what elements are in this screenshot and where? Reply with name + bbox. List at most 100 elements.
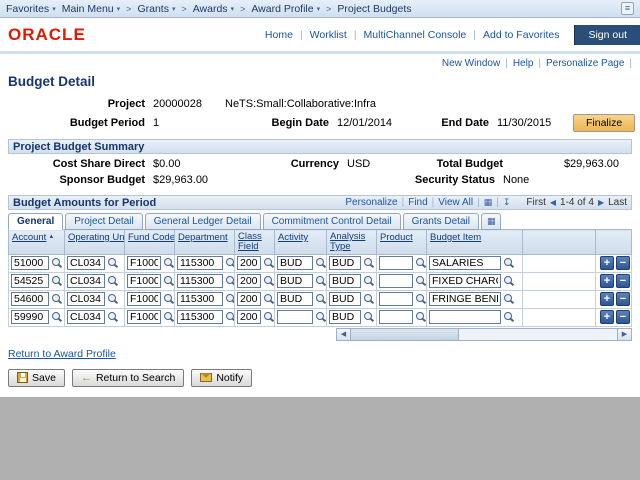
column-header-product[interactable]: Product — [380, 232, 413, 243]
breadcrumb-award-profile[interactable]: Award Profile ▾ — [251, 3, 320, 15]
lookup-icon[interactable] — [107, 275, 119, 287]
tab-general[interactable]: General — [8, 213, 64, 230]
analysis-type-input[interactable] — [329, 274, 361, 289]
lookup-icon[interactable] — [51, 275, 63, 287]
budget-item-input[interactable] — [429, 292, 501, 307]
breadcrumb-awards[interactable]: Awards ▾ — [193, 3, 234, 15]
lookup-icon[interactable] — [315, 257, 326, 269]
department-input[interactable] — [177, 310, 223, 325]
budget-item-input[interactable] — [429, 310, 501, 325]
fund-code-input[interactable] — [127, 310, 161, 325]
lookup-icon[interactable] — [225, 275, 234, 287]
last-label[interactable]: Last — [608, 197, 627, 208]
lookup-icon[interactable] — [503, 257, 515, 269]
analysis-type-input[interactable] — [329, 310, 361, 325]
product-input[interactable] — [379, 292, 413, 307]
activity-input[interactable] — [277, 310, 313, 325]
horizontal-scrollbar[interactable]: ◀ ▶ — [336, 327, 632, 341]
view-all-link[interactable]: View All — [438, 197, 473, 208]
lookup-icon[interactable] — [415, 311, 426, 323]
lookup-icon[interactable] — [363, 293, 375, 305]
department-input[interactable] — [177, 274, 223, 289]
analysis-type-input[interactable] — [329, 292, 361, 307]
lookup-icon[interactable] — [315, 275, 326, 287]
notify-button[interactable]: Notify — [191, 368, 253, 387]
lookup-icon[interactable] — [225, 311, 234, 323]
multichannel-console-link[interactable]: MultiChannel Console — [364, 29, 467, 41]
download-icon[interactable]: ↧ — [503, 197, 511, 208]
lookup-icon[interactable] — [415, 293, 426, 305]
lookup-icon[interactable] — [363, 257, 375, 269]
lookup-icon[interactable] — [315, 311, 326, 323]
tab-project-detail[interactable]: Project Detail — [65, 213, 143, 230]
previous-page-icon[interactable]: ◀ — [550, 198, 556, 207]
lookup-icon[interactable] — [225, 257, 234, 269]
operating-unit-input[interactable] — [67, 274, 105, 289]
worklist-link[interactable]: Worklist — [310, 29, 347, 41]
new-window-link[interactable]: New Window — [442, 58, 500, 69]
return-to-search-button[interactable]: ← Return to Search — [71, 368, 185, 387]
tab-grants-detail[interactable]: Grants Detail — [402, 213, 479, 230]
activity-input[interactable] — [277, 292, 313, 307]
add-row-button[interactable]: + — [600, 292, 614, 307]
add-row-button[interactable]: + — [600, 256, 614, 271]
lookup-icon[interactable] — [225, 293, 234, 305]
scroll-right-icon[interactable]: ▶ — [617, 328, 631, 340]
fund-code-input[interactable] — [127, 274, 161, 289]
class-field-input[interactable] — [237, 292, 261, 307]
lookup-icon[interactable] — [315, 293, 326, 305]
return-to-award-profile-link[interactable]: Return to Award Profile — [8, 348, 116, 360]
tab-commitment-control-detail[interactable]: Commitment Control Detail — [262, 213, 401, 230]
find-link[interactable]: Find — [408, 197, 427, 208]
lookup-icon[interactable] — [107, 311, 119, 323]
sign-out-button[interactable]: Sign out — [574, 24, 640, 45]
budget-item-input[interactable] — [429, 256, 501, 271]
next-page-icon[interactable]: ▶ — [598, 198, 604, 207]
lookup-icon[interactable] — [163, 293, 174, 305]
finalize-button[interactable]: Finalize — [573, 114, 636, 132]
show-all-columns-tab[interactable]: ▦ — [480, 213, 502, 230]
tab-general-ledger-detail[interactable]: General Ledger Detail — [144, 213, 261, 230]
class-field-input[interactable] — [237, 256, 261, 271]
lookup-icon[interactable] — [363, 311, 375, 323]
add-row-button[interactable]: + — [600, 310, 614, 325]
account-input[interactable] — [11, 310, 49, 325]
column-header-budget-item[interactable]: Budget Item — [430, 232, 481, 243]
add-to-favorites-link[interactable]: Add to Favorites — [483, 29, 559, 41]
column-header-department[interactable]: Department — [178, 232, 228, 243]
product-input[interactable] — [379, 256, 413, 271]
lookup-icon[interactable] — [503, 311, 515, 323]
product-input[interactable] — [379, 274, 413, 289]
account-input[interactable] — [11, 274, 49, 289]
lookup-icon[interactable] — [51, 311, 63, 323]
lookup-icon[interactable] — [51, 293, 63, 305]
lookup-icon[interactable] — [107, 257, 119, 269]
account-input[interactable] — [11, 256, 49, 271]
scroll-left-icon[interactable]: ◀ — [337, 328, 351, 340]
column-header-activity[interactable]: Activity — [278, 232, 308, 243]
lookup-icon[interactable] — [415, 275, 426, 287]
save-button[interactable]: Save — [8, 368, 65, 387]
delete-row-button[interactable]: − — [616, 292, 630, 307]
menu-icon[interactable]: ≡ — [621, 2, 634, 15]
home-link[interactable]: Home — [265, 29, 293, 41]
help-link[interactable]: Help — [513, 58, 534, 69]
column-header-operating-unit[interactable]: Operating Unit — [68, 232, 124, 243]
breadcrumb-grants[interactable]: Grants ▾ — [137, 3, 175, 15]
lookup-icon[interactable] — [503, 293, 515, 305]
lookup-icon[interactable] — [263, 293, 274, 305]
delete-row-button[interactable]: − — [616, 310, 630, 325]
first-label[interactable]: First — [526, 197, 545, 208]
account-input[interactable] — [11, 292, 49, 307]
column-header-fund-code[interactable]: Fund Code — [128, 232, 174, 243]
operating-unit-input[interactable] — [67, 310, 105, 325]
add-row-button[interactable]: + — [600, 274, 614, 289]
column-header-class-field[interactable]: Class Field — [238, 231, 262, 252]
column-header-account[interactable]: Account — [12, 232, 46, 243]
budget-item-input[interactable] — [429, 274, 501, 289]
department-input[interactable] — [177, 256, 223, 271]
product-input[interactable] — [379, 310, 413, 325]
lookup-icon[interactable] — [503, 275, 515, 287]
lookup-icon[interactable] — [163, 257, 174, 269]
class-field-input[interactable] — [237, 310, 261, 325]
